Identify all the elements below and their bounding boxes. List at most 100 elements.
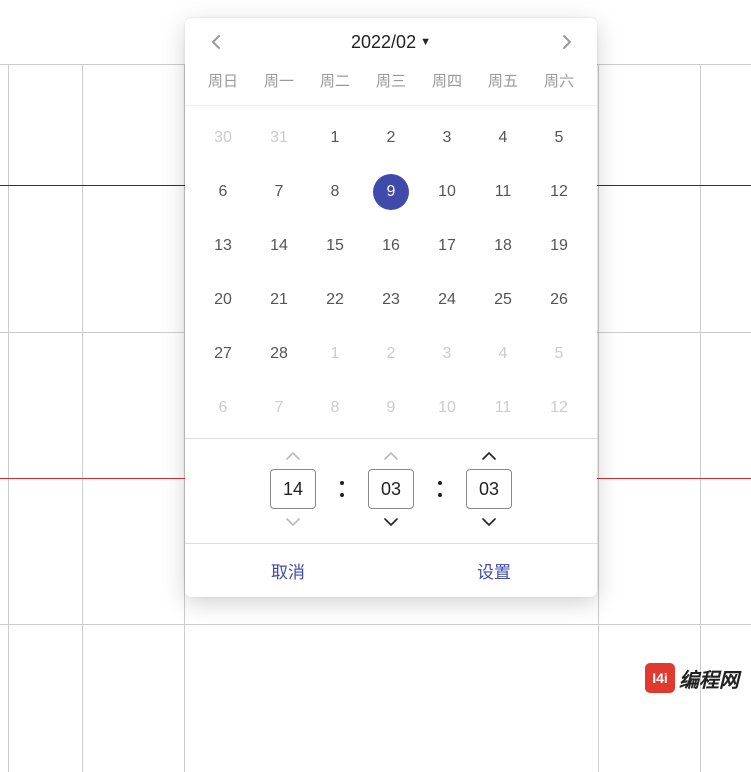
calendar-day[interactable]: 6 (195, 390, 251, 426)
chevron-up-icon (482, 452, 496, 460)
watermark-badge: I4i (645, 663, 675, 693)
cancel-button[interactable]: 取消 (185, 558, 391, 583)
calendar-day[interactable]: 11 (475, 390, 531, 426)
calendar-day[interactable]: 8 (307, 174, 363, 210)
hour-down-button[interactable] (286, 515, 300, 529)
chevron-down-icon (384, 518, 398, 526)
calendar-day[interactable]: 17 (419, 228, 475, 264)
calendar-day[interactable]: 5 (531, 336, 587, 372)
day-number: 11 (485, 174, 521, 210)
day-number: 26 (541, 282, 577, 318)
day-number: 25 (485, 282, 521, 318)
day-number: 5 (541, 336, 577, 372)
calendar-day[interactable]: 16 (363, 228, 419, 264)
day-number: 30 (205, 120, 241, 156)
minute-up-button[interactable] (384, 449, 398, 463)
day-number: 8 (317, 390, 353, 426)
second-up-button[interactable] (482, 449, 496, 463)
day-number: 12 (541, 390, 577, 426)
chevron-up-icon (384, 452, 398, 460)
datepicker-header: 2022/02 ▼ (185, 18, 597, 62)
calendar-day[interactable]: 6 (195, 174, 251, 210)
calendar-day[interactable]: 27 (195, 336, 251, 372)
day-number: 27 (205, 336, 241, 372)
chevron-up-icon (286, 452, 300, 460)
calendar-day[interactable]: 9 (363, 390, 419, 426)
calendar-day[interactable]: 15 (307, 228, 363, 264)
calendar-day[interactable]: 9 (363, 174, 419, 210)
day-number: 8 (317, 174, 353, 210)
calendar-day[interactable]: 1 (307, 336, 363, 372)
day-number: 23 (373, 282, 409, 318)
hour-value[interactable]: 14 (270, 469, 316, 509)
minute-value[interactable]: 03 (368, 469, 414, 509)
day-number: 5 (541, 120, 577, 156)
calendar-day[interactable]: 4 (475, 336, 531, 372)
day-number: 15 (317, 228, 353, 264)
calendar-day[interactable]: 23 (363, 282, 419, 318)
day-number: 4 (485, 336, 521, 372)
weekday-label: 周日 (195, 66, 251, 95)
day-number: 12 (541, 174, 577, 210)
calendar-day[interactable]: 4 (475, 120, 531, 156)
day-number: 24 (429, 282, 465, 318)
day-number: 11 (485, 390, 521, 426)
calendar-day[interactable]: 13 (195, 228, 251, 264)
day-number: 13 (205, 228, 241, 264)
calendar-day[interactable]: 22 (307, 282, 363, 318)
day-number: 22 (317, 282, 353, 318)
next-month-button[interactable] (555, 30, 579, 54)
calendar-day[interactable]: 5 (531, 120, 587, 156)
calendar-day[interactable]: 24 (419, 282, 475, 318)
calendar-day[interactable]: 11 (475, 174, 531, 210)
calendar-day[interactable]: 7 (251, 174, 307, 210)
calendar-day[interactable]: 3 (419, 120, 475, 156)
calendar-day[interactable]: 7 (251, 390, 307, 426)
watermark-text: 编程网 (679, 664, 739, 693)
calendar-day[interactable]: 26 (531, 282, 587, 318)
calendar-day[interactable]: 19 (531, 228, 587, 264)
calendar-day[interactable]: 21 (251, 282, 307, 318)
month-year-selector[interactable]: 2022/02 ▼ (351, 32, 431, 53)
chevron-right-icon (563, 35, 572, 49)
calendar-day[interactable]: 12 (531, 174, 587, 210)
prev-month-button[interactable] (203, 30, 227, 54)
day-number: 31 (261, 120, 297, 156)
calendar-day[interactable]: 3 (419, 336, 475, 372)
day-number: 17 (429, 228, 465, 264)
calendar-day[interactable]: 2 (363, 120, 419, 156)
day-number: 1 (317, 120, 353, 156)
calendar-day[interactable]: 14 (251, 228, 307, 264)
second-spinner: 03 (466, 449, 512, 529)
calendar-day[interactable]: 20 (195, 282, 251, 318)
day-number: 18 (485, 228, 521, 264)
calendar-day[interactable]: 1 (307, 120, 363, 156)
day-number: 3 (429, 120, 465, 156)
time-separator (340, 467, 344, 511)
datepicker-footer: 取消 设置 (185, 543, 597, 597)
minute-down-button[interactable] (384, 515, 398, 529)
calendar-day[interactable]: 18 (475, 228, 531, 264)
chevron-left-icon (211, 35, 220, 49)
set-button[interactable]: 设置 (391, 558, 597, 583)
hour-up-button[interactable] (286, 449, 300, 463)
day-number: 21 (261, 282, 297, 318)
calendar-day[interactable]: 2 (363, 336, 419, 372)
calendar-day[interactable]: 10 (419, 174, 475, 210)
chevron-down-icon (286, 518, 300, 526)
calendar-day[interactable]: 10 (419, 390, 475, 426)
calendar-day[interactable]: 30 (195, 120, 251, 156)
second-down-button[interactable] (482, 515, 496, 529)
day-number: 10 (429, 390, 465, 426)
datepicker-popup: 2022/02 ▼ 周日 周一 周二 周三 周四 周五 周六 303112345… (185, 18, 597, 597)
second-value[interactable]: 03 (466, 469, 512, 509)
day-number: 1 (317, 336, 353, 372)
day-number: 7 (261, 174, 297, 210)
calendar-day[interactable]: 25 (475, 282, 531, 318)
calendar-day[interactable]: 12 (531, 390, 587, 426)
caret-down-icon: ▼ (420, 36, 431, 48)
calendar-day[interactable]: 31 (251, 120, 307, 156)
calendar-day[interactable]: 28 (251, 336, 307, 372)
calendar-day[interactable]: 8 (307, 390, 363, 426)
weekday-label: 周二 (307, 66, 363, 95)
